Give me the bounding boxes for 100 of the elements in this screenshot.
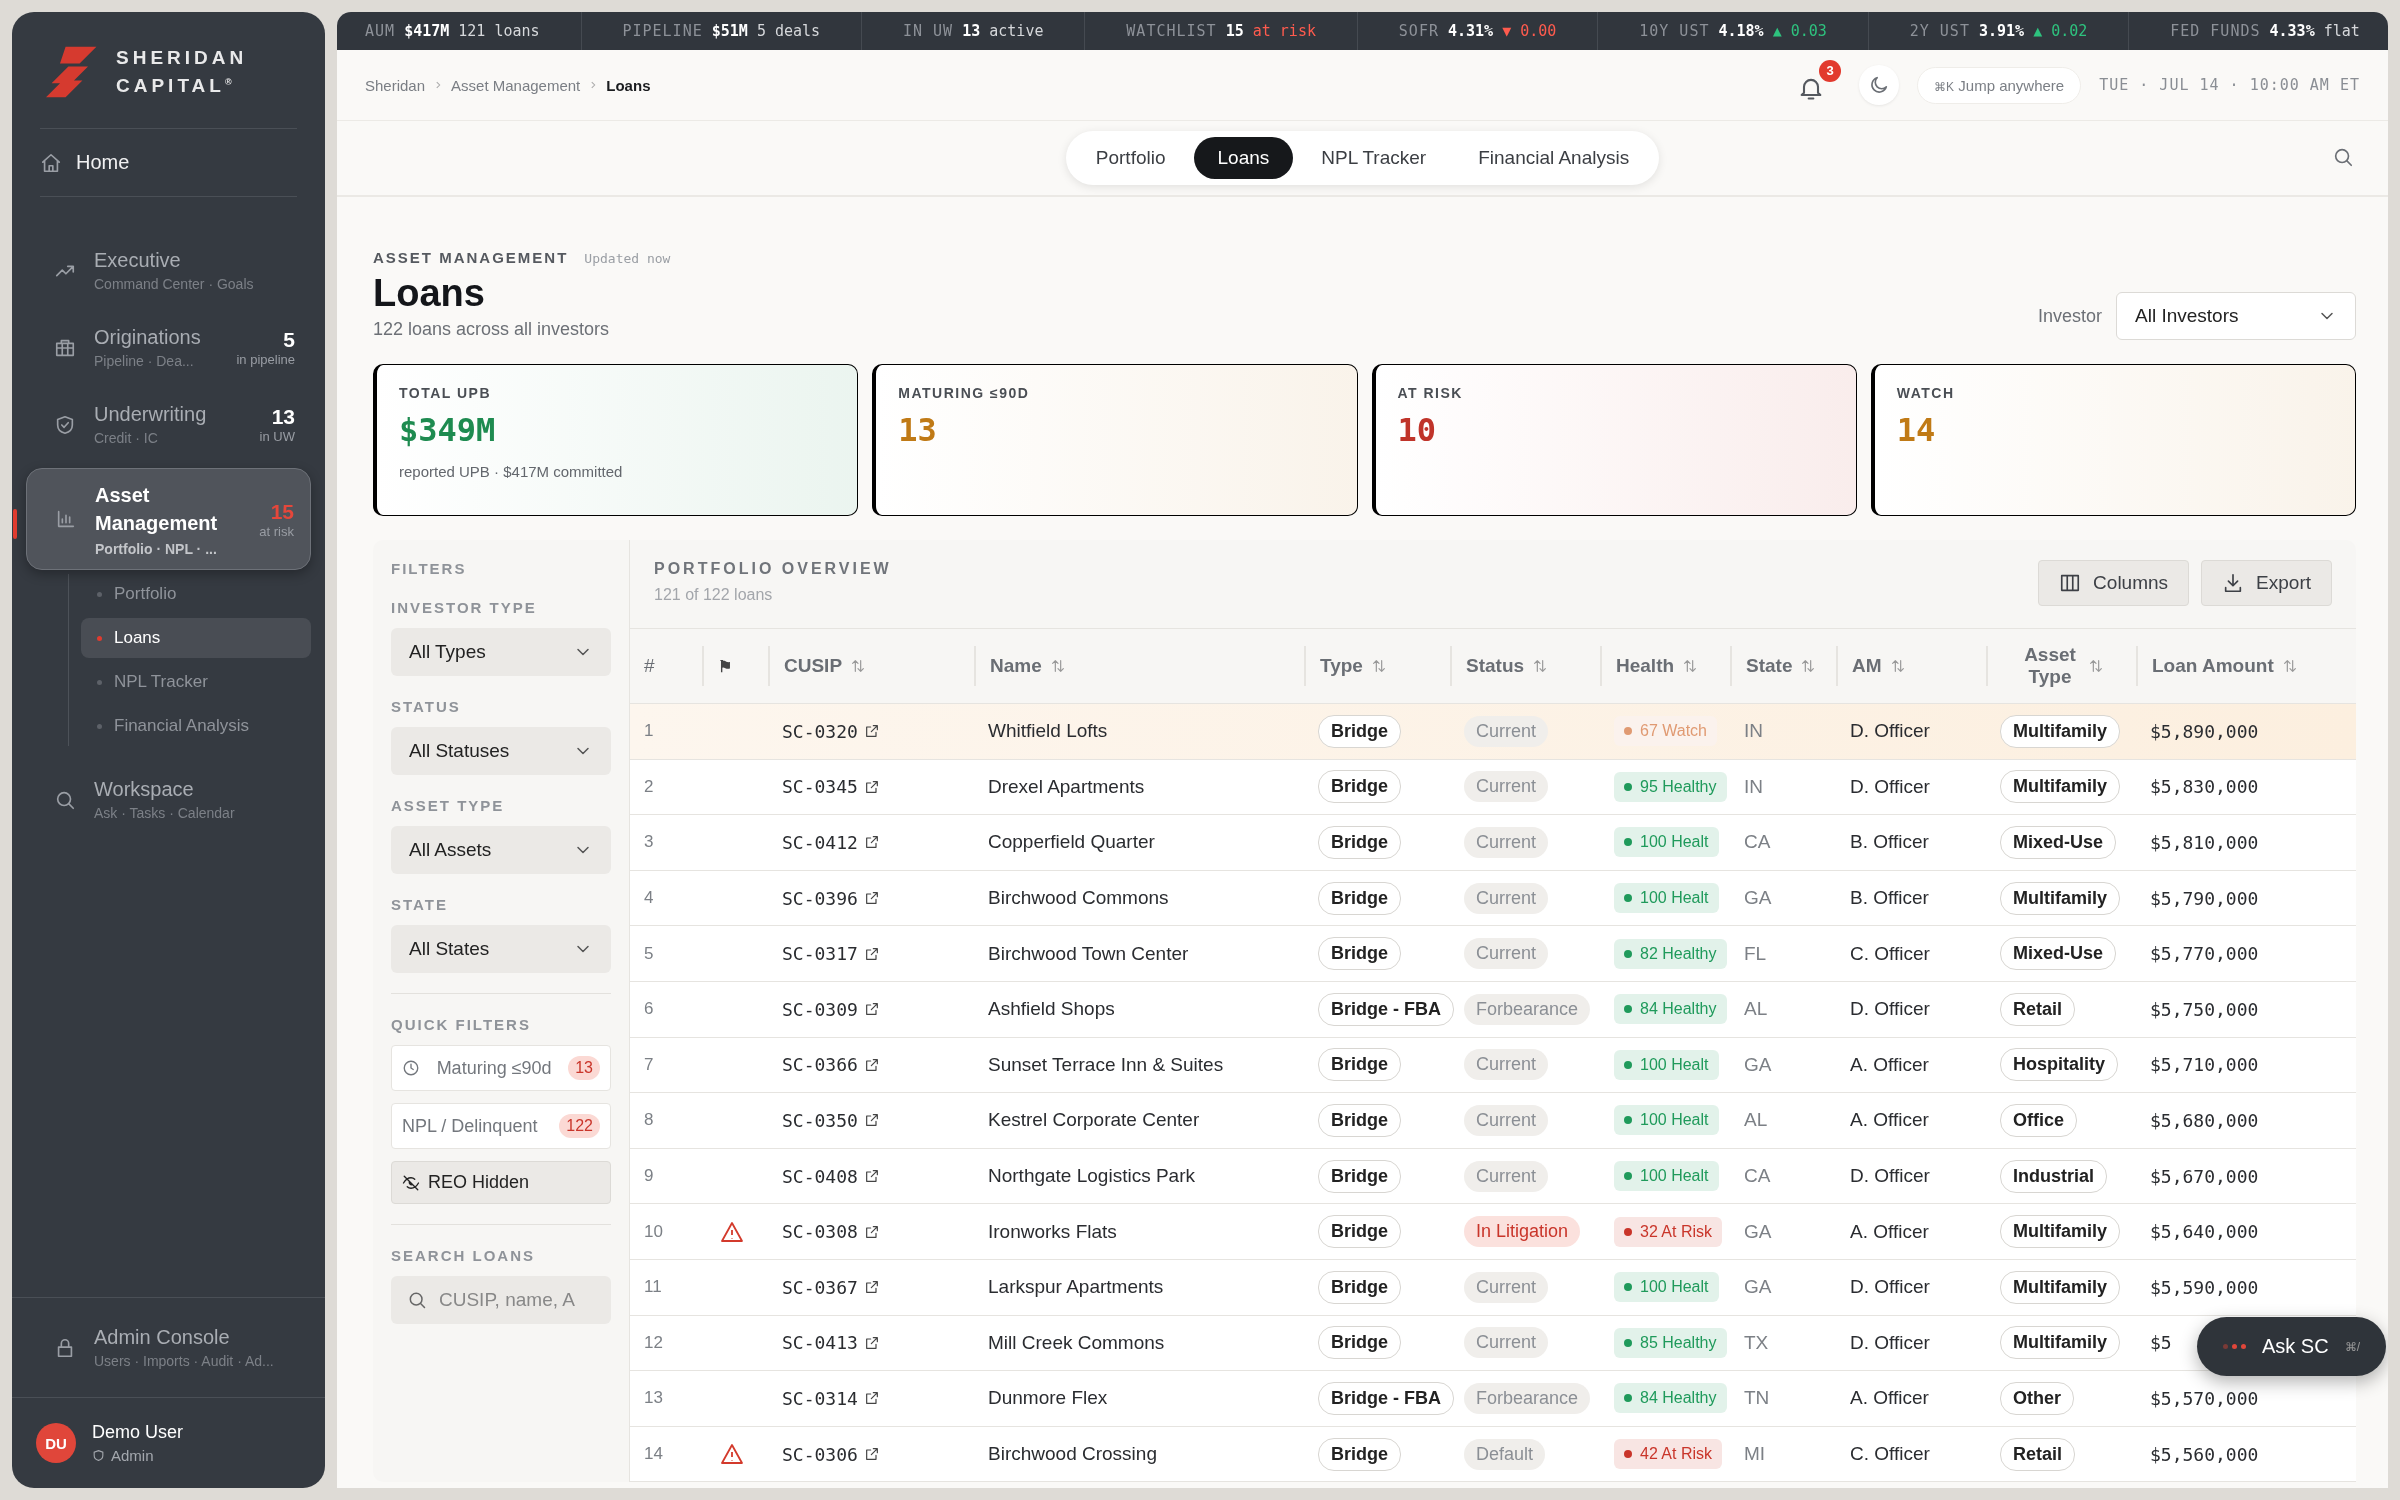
asset-type-tag: Hospitality	[2000, 1048, 2118, 1082]
table-row[interactable]: 1 SC-0320 Whitfield Lofts Bridge Current 67 Watch IN D. Officer Multifamily $5,890,000	[630, 704, 2356, 760]
column-header[interactable]: #	[630, 646, 702, 686]
cusip-link[interactable]: SC-0412	[782, 832, 858, 853]
filter-select[interactable]: All Statuses	[391, 727, 611, 775]
nav-item[interactable]: Executive Command Center · Goals	[26, 237, 311, 304]
nav-item[interactable]: Originations Pipeline · Dea... 5 in pipeline	[26, 314, 311, 381]
column-header[interactable]: CUSIP	[768, 646, 974, 686]
table-cell-text: Birchwood Town Center	[987, 942, 1190, 965]
cusip-link[interactable]: SC-0366	[782, 1054, 858, 1076]
cusip-link[interactable]: SC-0314	[782, 1387, 858, 1409]
home-link[interactable]: Home	[26, 129, 311, 196]
subnav-item[interactable]: Financial Analysis	[81, 706, 311, 746]
shield-icon	[92, 1449, 105, 1462]
filter-select[interactable]: All States	[391, 925, 611, 973]
search-field[interactable]: CUSIP, name, A	[391, 1276, 611, 1324]
cusip-link[interactable]: SC-0308	[782, 1221, 858, 1243]
column-header[interactable]: State	[1730, 646, 1836, 686]
table-cell-text: AL	[1743, 1109, 1769, 1132]
asset-type-tag: Multifamily	[2000, 770, 2120, 804]
cusip-link[interactable]: SC-0367	[782, 1276, 858, 1298]
table-cell-text: Sunset Terrace Inn & Suites	[987, 1053, 1225, 1076]
jump-anywhere-button[interactable]: ⌘K Jump anywhere	[1917, 66, 2082, 104]
column-header[interactable]: Asset Type	[1986, 646, 2136, 686]
table-row[interactable]: 3 SC-0412 Copperfield Quarter Bridge Current 100 Healt CA B. Officer Mixed-Use $5,810,000	[630, 815, 2356, 871]
filter-label: QUICK FILTERS	[391, 1016, 532, 1033]
table-row[interactable]: 11 SC-0367 Larkspur Apartments Bridge Current 100 Healt GA D. Officer Multifamily $5,590,000	[630, 1259, 2356, 1316]
nav-item[interactable]: Underwriting Credit · IC 13 in UW	[26, 391, 311, 458]
cusip-link[interactable]: SC-0320	[782, 720, 858, 742]
status-tag: Current	[1464, 1049, 1549, 1081]
cusip-link[interactable]: SC-0306	[782, 1443, 858, 1465]
table-cell: $5,830,000	[2150, 776, 2259, 798]
table-cell-text: TX	[1743, 1331, 1770, 1354]
column-header[interactable]: Status	[1450, 646, 1600, 686]
external-link-icon	[863, 890, 880, 907]
table-row[interactable]: 9 SC-0408 Northgate Logistics Park Bridge Current 100 Healt CA D. Officer Industrial $5,670,000	[630, 1148, 2356, 1205]
subnav-item[interactable]: NPL Tracker	[81, 662, 311, 702]
health-tag: 100 Healt	[1614, 883, 1719, 914]
breadcrumb-link[interactable]: Asset Management	[451, 76, 581, 94]
ticker-change: flat	[2323, 22, 2360, 40]
table-cell-text: GA	[1743, 887, 1773, 910]
column-header[interactable]: Type	[1304, 646, 1450, 686]
table-row[interactable]: 6 SC-0309 Ashfield Shops Bridge - FBA Forbearance 84 Healthy AL D. Officer Retail $5,750,000	[630, 981, 2356, 1038]
table-cell: $5,590,000	[2150, 1276, 2259, 1298]
asset-type-tag: Retail	[2000, 992, 2076, 1026]
sort-icon	[1370, 658, 1387, 674]
table-row[interactable]: 2 SC-0345 Drexel Apartments Bridge Current 95 Healthy IN D. Officer Multifamily $5,830,000	[630, 759, 2356, 816]
cusip-link[interactable]: SC-0413	[782, 1332, 858, 1354]
table-cell: $5	[2150, 1332, 2172, 1354]
columns-button[interactable]: Columns	[2038, 560, 2190, 606]
filter-select[interactable]: All Assets	[391, 826, 611, 874]
cusip-link[interactable]: SC-0309	[782, 998, 858, 1020]
tab[interactable]: Loans	[1193, 137, 1294, 179]
cusip-link[interactable]: SC-0345	[782, 776, 858, 798]
type-tag: Bridge	[1318, 826, 1401, 859]
subnav-item[interactable]: Loans	[81, 618, 311, 658]
quick-filter-button[interactable]: REO Hidden	[391, 1161, 611, 1204]
date-time: TUE · JUL 14 · 10:00 AM ET	[2099, 76, 2360, 94]
type-tag: Bridge - FBA	[1318, 1381, 1454, 1415]
filter-select[interactable]: All Types	[391, 628, 611, 676]
bar-chart-icon	[55, 508, 77, 530]
column-header[interactable]: Loan Amount	[2136, 646, 2356, 686]
cusip-link[interactable]: SC-0396	[782, 887, 858, 909]
column-header[interactable]: Health	[1600, 646, 1730, 686]
logo-text: SHERIDAN	[116, 46, 248, 71]
health-tag: 67 Watch	[1614, 716, 1717, 747]
table-cell-text: IN	[1743, 775, 1764, 798]
tab[interactable]: Portfolio	[1071, 137, 1190, 179]
admin-console-link[interactable]: Admin Console Users · Imports · Audit · Ad...	[26, 1298, 311, 1397]
tab[interactable]: NPL Tracker	[1297, 137, 1451, 179]
investor-select[interactable]: All Investors	[2116, 292, 2356, 340]
column-header[interactable]: ⚑	[702, 646, 768, 686]
theme-toggle-button[interactable]	[1859, 65, 1900, 105]
column-header[interactable]: Name	[974, 646, 1304, 686]
nav-item[interactable]: Workspace Ask · Tasks · Calendar	[26, 766, 311, 833]
table-row[interactable]: 13 SC-0314 Dunmore Flex Bridge - FBA Forbearance 84 Healthy TN A. Officer Other $5,570,000	[630, 1371, 2356, 1427]
breadcrumb-link[interactable]: Sheridan	[365, 76, 426, 94]
table-cell-text: 9	[643, 1166, 655, 1187]
table-row[interactable]: 14 SC-0306 Birchwood Crossing Bridge Default 42 At Risk MI C. Officer Retail $5,560,000	[630, 1426, 2356, 1483]
breadcrumb-link[interactable]: Loans	[606, 76, 651, 94]
table-cell-text: Drexel Apartments	[987, 775, 1146, 798]
cusip-link[interactable]: SC-0317	[782, 943, 858, 965]
notifications-button[interactable]: 3	[1791, 59, 1842, 111]
table-row[interactable]: 7 SC-0366 Sunset Terrace Inn & Suites Bridge Current 100 Healt GA A. Officer Hospitality $5,710,000	[630, 1037, 2356, 1094]
nav-count: 5	[283, 328, 295, 352]
table-cell-text: IN	[1743, 720, 1764, 743]
quick-filter-button[interactable]: Maturing ≤90d 13	[391, 1045, 611, 1091]
quick-filter-button[interactable]: NPL / Delinquent 122	[391, 1103, 611, 1149]
tab[interactable]: Financial Analysis	[1454, 137, 1654, 179]
export-button[interactable]: Export	[2201, 560, 2332, 606]
cusip-link[interactable]: SC-0408	[782, 1165, 858, 1187]
column-header[interactable]: AM	[1836, 646, 1986, 686]
subnav-item[interactable]: Portfolio	[81, 574, 311, 614]
table-row[interactable]: 4 SC-0396 Birchwood Commons Bridge Current 100 Healt GA B. Officer Multifamily $5,790,000	[630, 870, 2356, 927]
table-row[interactable]: 8 SC-0350 Kestrel Corporate Center Bridge Current 100 Healt AL A. Officer Office $5,680,000	[630, 1093, 2356, 1149]
cusip-link[interactable]: SC-0350	[782, 1109, 858, 1131]
assistant-button[interactable]: Ask SC ⌘/	[2196, 1317, 2386, 1376]
table-cell-text: Mill Creek Commons	[987, 1331, 1166, 1354]
table-row[interactable]: 10 SC-0308 Ironworks Flats Bridge In Litigation 32 At Risk GA A. Officer Multifamily $5,640,000	[630, 1204, 2356, 1260]
table-row[interactable]: 5 SC-0317 Birchwood Town Center Bridge Current 82 Healthy FL C. Officer Mixed-Use $5,770,000	[630, 926, 2356, 982]
